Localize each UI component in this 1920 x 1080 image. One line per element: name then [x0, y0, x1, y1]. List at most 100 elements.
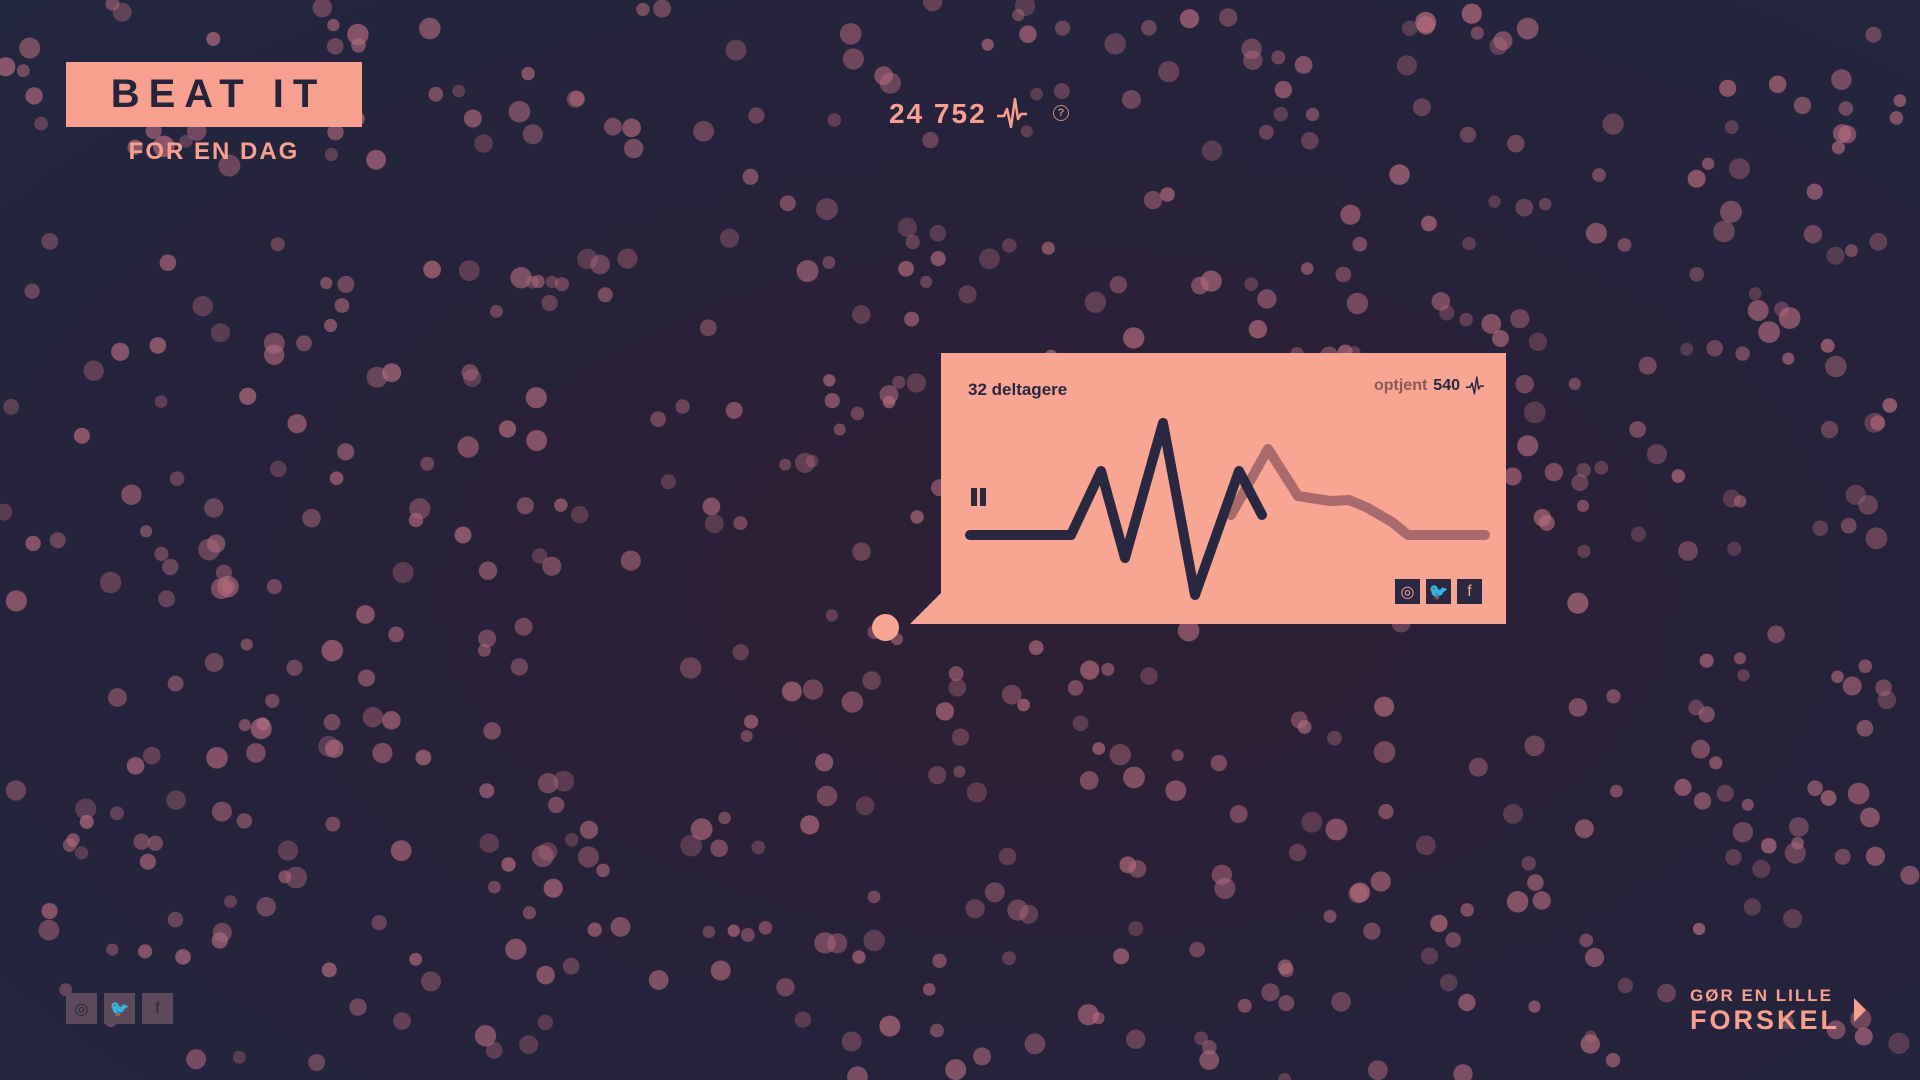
particle: [265, 693, 280, 708]
particle: [454, 526, 472, 544]
logo[interactable]: BEAT IT: [66, 62, 362, 127]
particle: [1516, 17, 1539, 40]
particle: [232, 1050, 246, 1064]
particle: [74, 846, 89, 860]
particle: [1053, 83, 1070, 100]
particle: [526, 430, 548, 451]
particle: [1752, 859, 1771, 879]
particle: [1767, 625, 1785, 644]
particle: [571, 506, 589, 524]
particle: [1294, 56, 1313, 74]
particle: [1860, 807, 1880, 828]
instagram-icon[interactable]: ◎: [1395, 579, 1420, 604]
particle: [1002, 238, 1017, 253]
particle: [1735, 346, 1750, 361]
facebook-icon[interactable]: f: [142, 993, 173, 1024]
particle: [488, 880, 501, 894]
particle: [1709, 756, 1723, 770]
particle: [133, 833, 150, 850]
particle: [935, 702, 955, 721]
particle: [1189, 941, 1205, 958]
particle: [1439, 305, 1455, 321]
particle: [1820, 338, 1835, 353]
particle: [1803, 225, 1823, 244]
particle: [525, 387, 547, 409]
particle: [1271, 50, 1286, 65]
particle: [1503, 467, 1522, 486]
particle: [1128, 921, 1144, 937]
particle: [1002, 951, 1017, 966]
particle: [62, 838, 77, 852]
particle: [660, 474, 677, 490]
particle: [699, 319, 717, 337]
particle: [159, 254, 177, 271]
particle: [147, 835, 163, 851]
particle: [452, 84, 466, 98]
particle: [158, 590, 176, 608]
particle: [1402, 20, 1418, 37]
particle: [1692, 922, 1706, 936]
particle: [1576, 499, 1590, 512]
particle: [388, 626, 404, 643]
particle: [327, 18, 340, 32]
particle: [1725, 849, 1742, 866]
waveform-remaining: [1226, 444, 1490, 540]
make-a-difference-button[interactable]: GØR EN LILLE FORSKEL: [1690, 986, 1867, 1034]
facebook-icon[interactable]: f: [1457, 579, 1482, 604]
particle: [357, 669, 376, 687]
particle: [138, 944, 153, 959]
particle: [1305, 107, 1320, 122]
particle: [286, 659, 303, 676]
particle: [1119, 856, 1137, 874]
particle: [1571, 474, 1589, 492]
particle: [1538, 514, 1555, 531]
particle: [945, 1059, 967, 1080]
particle: [1638, 356, 1657, 375]
particle: [1370, 871, 1391, 892]
twitter-icon[interactable]: 🐦: [104, 993, 135, 1024]
particle: [24, 283, 40, 299]
particle: [1521, 856, 1536, 871]
particle: [867, 890, 881, 904]
particle: [693, 120, 714, 142]
particle: [1515, 198, 1534, 217]
particle: [1515, 374, 1534, 394]
particle: [981, 38, 994, 51]
particle: [221, 580, 236, 594]
particle: [617, 248, 638, 269]
particle: [1532, 891, 1551, 910]
particle: [337, 443, 355, 461]
particle: [1719, 79, 1737, 97]
particle: [483, 722, 501, 740]
particle: [928, 766, 947, 785]
particle: [1012, 8, 1025, 22]
particle: [1462, 236, 1476, 251]
particle: [852, 542, 871, 561]
particle: [815, 753, 834, 772]
particle: [1875, 679, 1892, 697]
particle: [206, 32, 221, 46]
particle: [610, 917, 631, 937]
particle: [211, 801, 232, 822]
question-icon[interactable]: ?: [1053, 105, 1069, 121]
particle: [1741, 798, 1754, 811]
particle: [1528, 1000, 1541, 1013]
particle: [34, 116, 48, 131]
particle: [320, 276, 333, 290]
particle: [1261, 983, 1280, 1002]
particle: [636, 2, 650, 17]
particle: [930, 1023, 944, 1038]
particle: [1605, 1053, 1621, 1068]
twitter-icon[interactable]: 🐦: [1426, 579, 1451, 604]
particle: [805, 454, 819, 468]
selected-participant-dot[interactable]: [872, 614, 899, 641]
particle: [111, 342, 130, 361]
particle: [562, 957, 580, 975]
particle: [516, 497, 534, 515]
particle: [1793, 96, 1812, 115]
particle: [210, 323, 230, 343]
particle: [1219, 8, 1238, 27]
instagram-icon[interactable]: ◎: [66, 993, 97, 1024]
particle: [653, 0, 672, 18]
particle: [474, 134, 493, 153]
